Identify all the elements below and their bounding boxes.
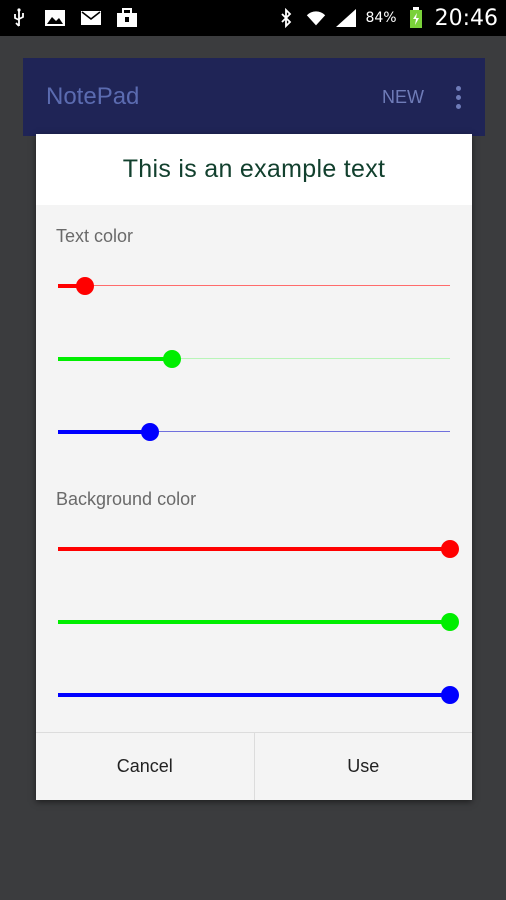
slider-fill: [58, 430, 150, 434]
slider-fill: [58, 357, 172, 361]
cancel-button[interactable]: Cancel: [36, 733, 254, 800]
slider-thumb[interactable]: [76, 277, 94, 295]
action-bar: NotePad NEW: [23, 58, 485, 136]
slider-thumb[interactable]: [441, 613, 459, 631]
battery-percent: 84%: [365, 10, 397, 26]
usb-icon: [8, 7, 30, 29]
slider-thumb[interactable]: [141, 423, 159, 441]
slider-track: [58, 285, 450, 286]
wifi-icon: [305, 7, 327, 29]
slider-fill: [58, 693, 450, 697]
signal-icon: [335, 7, 357, 29]
clock: 20:46: [434, 5, 498, 31]
slider-thumb[interactable]: [441, 686, 459, 704]
use-button[interactable]: Use: [253, 733, 473, 800]
background-blue-slider[interactable]: [58, 683, 459, 707]
background-green-slider[interactable]: [58, 610, 459, 634]
status-bar: 84% 20:46: [0, 0, 506, 36]
slider-fill: [58, 547, 450, 551]
app-title: NotePad: [46, 83, 140, 110]
bluetooth-icon: [275, 7, 297, 29]
slider-thumb[interactable]: [441, 540, 459, 558]
color-dialog: This is an example text Text color Backg…: [36, 134, 472, 800]
battery-icon: [405, 7, 427, 29]
background-color-label: Background color: [56, 489, 197, 509]
briefcase-icon: [116, 7, 138, 29]
preview-area: This is an example text: [36, 134, 472, 205]
background-red-slider[interactable]: [58, 537, 459, 561]
text-blue-slider[interactable]: [58, 420, 450, 444]
preview-text: This is an example text: [122, 155, 386, 183]
dialog-buttons: Cancel Use: [36, 732, 472, 800]
overflow-menu-icon[interactable]: [454, 85, 462, 109]
mail-icon: [80, 7, 102, 29]
new-button[interactable]: NEW: [382, 87, 424, 108]
slider-fill: [58, 620, 450, 624]
text-red-slider[interactable]: [58, 274, 450, 298]
image-icon: [44, 7, 66, 29]
text-green-slider[interactable]: [58, 347, 450, 371]
slider-thumb[interactable]: [163, 350, 181, 368]
text-color-label: Text color: [56, 226, 134, 246]
